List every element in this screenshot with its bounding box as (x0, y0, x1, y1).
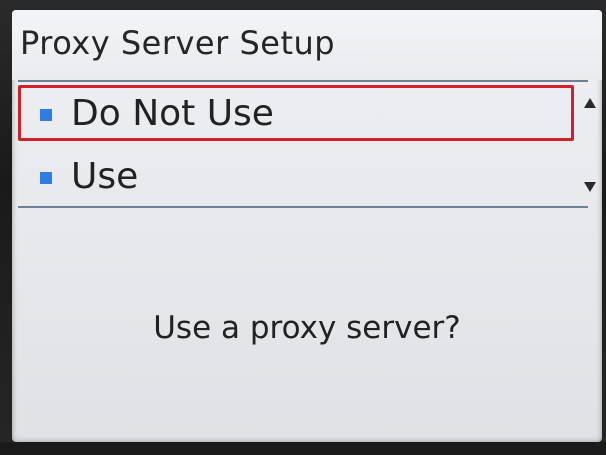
list-divider (18, 206, 588, 208)
square-bullet-icon (40, 172, 52, 184)
printer-panel: Proxy Server Setup Do Not Use Use Use a … (0, 0, 606, 455)
option-label: Do Not Use (71, 93, 274, 134)
option-use[interactable]: Use (18, 148, 574, 204)
scroll-down-arrow-icon[interactable] (584, 182, 596, 192)
title-divider (18, 80, 588, 82)
page-title: Proxy Server Setup (20, 24, 336, 62)
prompt-message: Use a proxy server? (153, 310, 461, 346)
lcd-screen: Proxy Server Setup Do Not Use Use Use a … (12, 10, 602, 442)
panel-bezel (0, 442, 606, 455)
option-do-not-use[interactable]: Do Not Use (18, 85, 574, 141)
option-label: Use (71, 156, 139, 197)
title-bar: Proxy Server Setup (12, 10, 602, 80)
square-bullet-icon (40, 109, 52, 121)
scroll-up-arrow-icon[interactable] (584, 98, 596, 108)
